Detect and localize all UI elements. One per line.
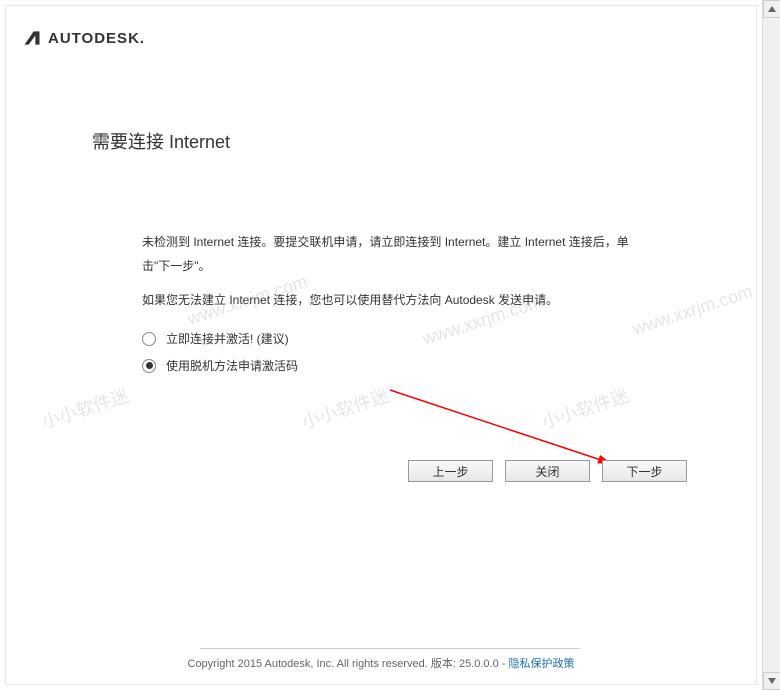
content-area: 未检测到 Internet 连接。要提交联机申请，请立即连接到 Internet…	[142, 230, 632, 384]
back-button[interactable]: 上一步	[408, 460, 493, 482]
radio-icon	[142, 359, 156, 373]
close-button[interactable]: 关闭	[505, 460, 590, 482]
radio-icon	[142, 332, 156, 346]
page-title: 需要连接 Internet	[92, 128, 230, 154]
button-row: 上一步 关闭 下一步	[408, 460, 687, 482]
scroll-down-icon[interactable]	[763, 672, 780, 690]
footer: Copyright 2015 Autodesk, Inc. All rights…	[0, 655, 762, 671]
autodesk-wordmark: AUTODESK.	[48, 30, 145, 47]
radio-connect-now[interactable]: 立即连接并激活! (建议)	[142, 330, 632, 347]
footer-divider	[200, 648, 580, 649]
next-button[interactable]: 下一步	[602, 460, 687, 482]
autodesk-icon	[22, 28, 42, 48]
version-label: 版本:	[431, 658, 456, 670]
activation-method-radio-group: 立即连接并激活! (建议) 使用脱机方法申请激活码	[142, 330, 632, 374]
copyright-text: Copyright 2015 Autodesk, Inc. All rights…	[187, 658, 427, 670]
info-paragraph-1: 未检测到 Internet 连接。要提交联机申请，请立即连接到 Internet…	[142, 230, 632, 278]
footer-separator: -	[502, 658, 506, 670]
privacy-policy-link[interactable]: 隐私保护政策	[509, 658, 575, 670]
radio-label: 立即连接并激活! (建议)	[166, 330, 289, 347]
version-value: 25.0.0.0	[459, 658, 499, 670]
radio-label: 使用脱机方法申请激活码	[166, 357, 298, 374]
scroll-up-icon[interactable]	[763, 0, 780, 18]
autodesk-logo: AUTODESK.	[22, 28, 145, 48]
info-paragraph-2: 如果您无法建立 Internet 连接，您也可以使用替代方法向 Autodesk…	[142, 288, 632, 312]
radio-offline-method[interactable]: 使用脱机方法申请激活码	[142, 357, 632, 374]
scrollbar[interactable]	[762, 0, 780, 690]
